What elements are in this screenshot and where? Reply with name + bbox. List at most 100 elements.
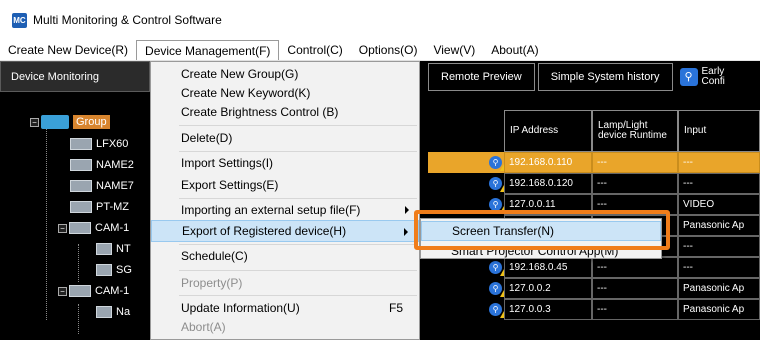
- tab-early-confirmation[interactable]: ⚲ Early Confi: [675, 63, 729, 91]
- projector-icon: [70, 159, 92, 171]
- menu-item-label: Schedule(C): [181, 249, 248, 263]
- menu-separator: [179, 125, 417, 126]
- tree-item-device[interactable]: Na: [96, 302, 130, 322]
- app-icon: MC: [12, 12, 27, 28]
- tree-item-label: CAM-1: [95, 285, 130, 297]
- table-row[interactable]: ⚲ 127.0.0.3 --- Panasonic Ap: [428, 299, 760, 320]
- device-tree: − Group LFX60 NAME2 NAME7 PT-MZ − CAM-1 …: [0, 92, 150, 340]
- top-tabs: Remote Preview Simple System history ⚲ E…: [428, 63, 732, 92]
- menu-item-label: Update Information(U): [181, 301, 300, 315]
- menu-create-new-device[interactable]: Create New Device(R): [0, 40, 136, 60]
- tree-item-label: Na: [116, 306, 131, 318]
- camera-icon: [69, 222, 91, 234]
- cell-input: ---: [678, 152, 760, 173]
- tree-item-label: NAME2: [96, 159, 134, 171]
- tree-item-device[interactable]: SG: [96, 260, 132, 280]
- menu-item-label: Importing an external setup file(F): [181, 203, 361, 217]
- table-row[interactable]: ⚲ 192.168.0.45 --- ---: [428, 257, 760, 278]
- cell-runtime: ---: [592, 299, 678, 320]
- collapse-icon[interactable]: −: [58, 223, 67, 233]
- tree-item-device[interactable]: NT: [96, 239, 131, 259]
- menu-item-export-registered-device[interactable]: Export of Registered device(H): [151, 220, 419, 242]
- search-icon: ⚲: [679, 68, 698, 86]
- menu-item-label: Export of Registered device(H): [182, 224, 347, 238]
- menu-item-schedule[interactable]: Schedule(C): [151, 245, 419, 267]
- menu-device-management[interactable]: Device Management(F): [136, 40, 280, 60]
- menu-options[interactable]: Options(O): [351, 40, 426, 60]
- tree-item-label: NT: [116, 243, 131, 255]
- table-row[interactable]: ⚲ 192.168.0.110 --- ---: [428, 152, 760, 173]
- menu-separator: [179, 270, 417, 271]
- tree-item-device[interactable]: NAME2: [70, 155, 134, 175]
- early-tab-line2: Confi: [701, 76, 725, 87]
- menu-item-label: Create New Keyword(K): [181, 86, 311, 100]
- collapse-icon[interactable]: −: [30, 117, 39, 127]
- projector-icon: [70, 180, 92, 192]
- projector-icon: [96, 243, 112, 255]
- menu-item-label: Export Settings(E): [181, 178, 279, 192]
- warning-status-icon: ⚲: [489, 156, 504, 171]
- tree-item-label: NAME7: [96, 180, 134, 192]
- tree-item-label: PT-MZ: [96, 201, 129, 213]
- status-cell: ⚲: [428, 173, 504, 194]
- tree-item-device[interactable]: PT-MZ: [70, 197, 129, 217]
- menu-item-label: Create New Group(G): [181, 67, 299, 81]
- tab-simple-system-history[interactable]: Simple System history: [537, 63, 673, 91]
- cell-input: Panasonic Ap: [678, 278, 760, 299]
- menu-view[interactable]: View(V): [425, 40, 483, 60]
- cell-ip: 127.0.0.3: [504, 299, 592, 320]
- highlight-box: [414, 210, 670, 250]
- tab-remote-preview[interactable]: Remote Preview: [428, 63, 535, 91]
- status-cell: ⚲: [428, 278, 504, 299]
- menu-item-label: Abort(A): [181, 320, 226, 334]
- warning-status-icon: ⚲: [489, 282, 504, 297]
- submenu-arrow-icon: [405, 206, 409, 214]
- status-cell: ⚲: [428, 152, 504, 173]
- tab-device-monitoring[interactable]: Device Monitoring: [0, 61, 150, 92]
- cell-input: ---: [678, 173, 760, 194]
- tree-item-device[interactable]: LFX60: [70, 134, 128, 154]
- menu-item-export-settings[interactable]: Export Settings(E): [151, 174, 419, 196]
- camera-icon: [69, 285, 91, 297]
- menu-about[interactable]: About(A): [483, 40, 546, 60]
- menu-item-create-brightness-control[interactable]: Create Brightness Control (B): [151, 101, 419, 123]
- menu-item-label: Create Brightness Control (B): [181, 105, 339, 119]
- menu-item-importing-external-setup-file[interactable]: Importing an external setup file(F): [151, 199, 419, 221]
- cell-ip: 127.0.0.2: [504, 278, 592, 299]
- tree-item-label: SG: [116, 264, 132, 276]
- menu-control[interactable]: Control(C): [279, 40, 350, 60]
- cell-input: VIDEO: [678, 194, 760, 215]
- cell-runtime: ---: [592, 278, 678, 299]
- status-cell: ⚲: [428, 299, 504, 320]
- header-input[interactable]: Input: [678, 110, 760, 152]
- display-icon: [70, 138, 92, 150]
- tree-item-label: CAM-1: [95, 222, 130, 234]
- header-runtime[interactable]: Lamp/Light device Runtime: [592, 110, 678, 152]
- tab-device-monitoring-label: Device Monitoring: [11, 70, 100, 83]
- menu-separator: [179, 295, 417, 296]
- cell-ip: 192.168.0.45: [504, 257, 592, 278]
- warning-status-icon: ⚲: [489, 303, 504, 318]
- menu-item-import-settings[interactable]: Import Settings(I): [151, 152, 419, 174]
- tree-item-camera[interactable]: − CAM-1: [58, 218, 129, 238]
- cell-ip: 192.168.0.120: [504, 173, 592, 194]
- menu-item-delete[interactable]: Delete(D): [151, 127, 419, 149]
- collapse-icon[interactable]: −: [58, 286, 67, 296]
- cell-ip: 192.168.0.110: [504, 152, 592, 173]
- table-row[interactable]: ⚲ 192.168.0.120 --- ---: [428, 173, 760, 194]
- menu-bar: Create New Device(R) Device Management(F…: [0, 40, 760, 61]
- cell-input: Panasonic Ap: [678, 215, 760, 236]
- tree-connector: [46, 120, 47, 320]
- header-status: [428, 110, 504, 152]
- tree-item-group[interactable]: − Group: [30, 112, 110, 132]
- tree-connector: [78, 304, 79, 334]
- warning-status-icon: ⚲: [489, 177, 504, 192]
- cell-input: ---: [678, 257, 760, 278]
- tree-item-device[interactable]: NAME7: [70, 176, 134, 196]
- table-row[interactable]: ⚲ 127.0.0.2 --- Panasonic Ap: [428, 278, 760, 299]
- menu-item-abort: Abort(A): [151, 316, 419, 338]
- header-ip-address[interactable]: IP Address: [504, 110, 592, 152]
- device-management-menu: Create New Group(G) Create New Keyword(K…: [150, 61, 420, 340]
- projector-icon: [96, 264, 112, 276]
- tree-item-camera[interactable]: − CAM-1: [58, 281, 129, 301]
